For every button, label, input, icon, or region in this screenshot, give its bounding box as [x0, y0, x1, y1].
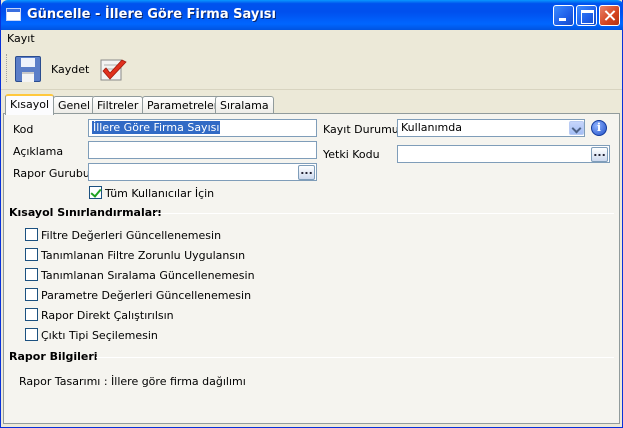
window-title: Güncelle - İllere Göre Firma Sayısı [27, 7, 277, 22]
restriction-label-siralama: Tanımlanan Sıralama Güncellenemesin [41, 269, 255, 282]
restriction-checkbox-filtre[interactable] [25, 228, 38, 241]
aciklama-label: Açıklama [13, 145, 64, 158]
tum-kullanicilar-checkbox[interactable] [89, 186, 102, 199]
kayit-durumu-label: Kayıt Durumu [323, 123, 399, 136]
toolbar: Kaydet [1, 48, 622, 90]
restriction-label-cikti: Çıktı Tipi Seçilemesin [41, 329, 158, 342]
restriction-checkbox-siralama[interactable] [25, 268, 38, 281]
tab-filtreler[interactable]: Filtreler [92, 96, 144, 114]
tab-siralama[interactable]: Sıralama [215, 96, 274, 114]
report-info-group-title: Rapor Bilgileri [9, 350, 98, 363]
kod-field[interactable]: İllere Göre Firma Sayısı [88, 119, 317, 137]
yetki-kodu-label: Yetki Kodu [323, 148, 380, 161]
yetki-kodu-field[interactable] [397, 145, 610, 163]
restrictions-divider [154, 213, 614, 214]
chevron-down-icon[interactable] [569, 121, 584, 135]
tum-kullanicilar-label: Tüm Kullanıcılar İçin [105, 187, 215, 200]
tab-genel[interactable]: Genel [53, 96, 96, 114]
close-button[interactable] [599, 5, 620, 26]
restriction-label-parametre: Parametre Değerleri Güncellenemesin [41, 289, 252, 302]
tab-panel-kisayol: Kod İllere Göre Firma Sayısı Açıklama Ra… [3, 113, 620, 424]
restrictions-group-title: Kısayol Sınırlandırmaları [9, 206, 162, 219]
kod-value: İllere Göre Firma Sayısı [92, 121, 221, 134]
restriction-checkbox-parametre[interactable] [25, 288, 38, 301]
tab-parametreler[interactable]: Parametreler [142, 96, 224, 114]
app-window: Güncelle - İllere Göre Firma Sayısı Kayı… [0, 0, 623, 428]
rapor-gurubu-label: Rapor Gurubu [13, 167, 90, 180]
rapor-gurubu-browse-button[interactable]: ... [298, 165, 315, 180]
info-icon[interactable]: i [591, 120, 607, 136]
save-and-close-button[interactable] [97, 57, 131, 85]
restriction-label-filtre-zorunlu: Tanımlanan Filtre Zorunlu Uygulansın [41, 249, 246, 262]
save-button-label: Kaydet [51, 62, 90, 76]
restriction-label-filtre: Filtre Değerleri Güncellenemesin [41, 229, 222, 242]
document-checkmark-icon [100, 59, 127, 81]
report-info-divider [96, 357, 614, 358]
maximize-button[interactable] [576, 5, 597, 26]
toolbar-grip-icon[interactable] [6, 54, 9, 82]
menu-bar: Kayıt [1, 30, 622, 46]
kod-label: Kod [13, 123, 34, 136]
window-icon [6, 8, 21, 21]
restriction-checkbox-cikti[interactable] [25, 328, 38, 341]
save-button[interactable]: Kaydet [15, 52, 89, 86]
rapor-gurubu-field[interactable] [88, 163, 317, 181]
floppy-disk-icon [15, 56, 41, 82]
report-design-text: Rapor Tasarımı : İllere göre firma dağıl… [19, 375, 246, 388]
kayit-durumu-select[interactable]: Kullanımda [397, 119, 585, 137]
menu-item-kayit[interactable]: Kayıt [7, 32, 35, 45]
title-bar[interactable]: Güncelle - İllere Göre Firma Sayısı [1, 0, 623, 30]
minimize-button[interactable] [553, 5, 574, 26]
tab-kisayol[interactable]: Kısayol [5, 94, 55, 115]
yetki-kodu-browse-button[interactable]: ... [591, 147, 608, 162]
aciklama-field[interactable] [88, 141, 317, 159]
restriction-checkbox-direkt[interactable] [25, 308, 38, 321]
restriction-checkbox-filtre-zorunlu[interactable] [25, 248, 38, 261]
kayit-durumu-value: Kullanımda [401, 121, 462, 134]
restriction-label-direkt: Rapor Direkt Çalıştırılsın [41, 309, 174, 322]
